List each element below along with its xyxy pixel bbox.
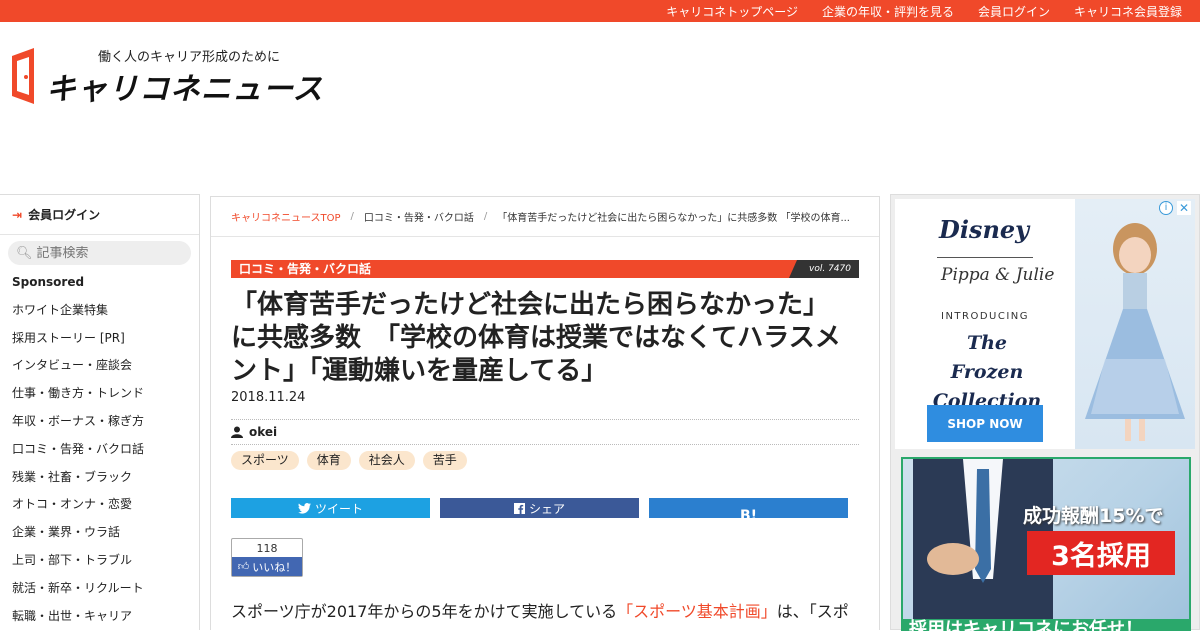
facebook-like-box: 118 👍︎ いいね！	[231, 538, 303, 577]
disney-logo-text: Disney	[939, 215, 1030, 244]
article-title: 「体育苦手だったけど社会に出たら困らなかった」に共感多数 「学校の体育は授業では…	[231, 290, 841, 386]
sidebar-item-reviews[interactable]: 口コミ・告発・バクロ話	[0, 436, 199, 464]
top-navigation-bar: キャリコネトップページ 企業の年収・評判を見る 会員ログイン キャリコネ会員登録	[0, 0, 1200, 22]
ad-info-icon[interactable]: i	[1159, 201, 1173, 215]
tag-item[interactable]: 社会人	[358, 451, 415, 470]
left-sidebar: ⇥ 会員ログイン 🔍︎ Sponsored ホワイト企業特集 採用ストーリー […	[0, 194, 200, 630]
facebook-share-label: シェア	[528, 501, 565, 516]
sidebar-item-work-trend[interactable]: 仕事・働き方・トレンド	[0, 380, 199, 408]
breadcrumb-top-link[interactable]: キャリコネニュースTOP	[231, 209, 341, 224]
breadcrumb-current: 「体育苦手だったけど社会に出たら困らなかった」に共感多数 「学校の体育...	[497, 213, 850, 224]
user-icon	[231, 426, 243, 438]
ad-collection-title: The Frozen Collection	[932, 332, 1042, 412]
body-text-suffix: は、「スポ	[776, 602, 849, 621]
body-text-prefix: スポーツ庁が2017年からの5年をかけて実施している	[231, 602, 618, 621]
sidebar-item-recruit-story[interactable]: 採用ストーリー [PR]	[0, 325, 199, 353]
thumbs-up-icon: 👍︎	[237, 560, 250, 573]
ad-divider	[937, 257, 1033, 258]
logo-brand-text: キャリコネニュース	[46, 72, 324, 107]
article-search-input[interactable]	[36, 245, 187, 261]
like-count: 118	[256, 542, 278, 555]
sidebar-item-sponsored: Sponsored	[12, 275, 85, 289]
top-nav-link-company-reviews[interactable]: 企業の年収・評判を見る	[822, 3, 954, 20]
article-body-paragraph: スポーツ庁が2017年からの5年をかけて実施している「スポーツ基本計画」は、「ス…	[231, 600, 861, 624]
careerconnection-recruit-ad[interactable]: 成功報酬15%で 3名採用 採用はキャリコネにお任せ！	[901, 457, 1191, 631]
tweet-label: ツイート	[314, 501, 363, 516]
facebook-icon	[513, 502, 525, 514]
girl-in-dress-image	[1085, 223, 1185, 441]
sidebar-category-menu: Sponsored ホワイト企業特集 採用ストーリー [PR] インタビュー・座…	[0, 269, 199, 630]
top-nav-link-register[interactable]: キャリコネ会員登録	[1074, 3, 1182, 20]
search-icon: 🔍︎	[16, 245, 33, 261]
tweet-button[interactable]: ツイート	[231, 498, 430, 518]
shop-now-button[interactable]: SHOP NOW	[927, 405, 1043, 442]
sidebar-item-career[interactable]: 転職・出世・キャリア	[0, 603, 199, 631]
article-main: キャリコネニュースTOP / 口コミ・告発・バクロ話 / 「体育苦手だったけど社…	[210, 196, 880, 630]
pippa-julie-text: Pippa & Julie	[941, 265, 1055, 285]
ad-footer-text: 採用はキャリコネにお任せ！	[903, 619, 1189, 631]
sidebar-login-link[interactable]: ⇥ 会員ログイン	[0, 195, 199, 235]
sidebar-search-box: 🔍︎	[8, 241, 191, 265]
sidebar-item-job-hunting[interactable]: 就活・新卒・リクルート	[0, 575, 199, 603]
right-ad-column: Disney Pippa & Julie INTRODUCING The Fro…	[890, 194, 1200, 631]
sidebar-item-interview[interactable]: インタビュー・座談会	[0, 352, 199, 380]
article-date: 2018.11.24	[231, 390, 306, 405]
like-label: いいね！	[252, 560, 297, 574]
ad-introducing-text: INTRODUCING	[941, 311, 1030, 322]
site-logo[interactable]: 働く人のキャリア形成のために キャリコネニュース	[10, 44, 350, 107]
tag-item[interactable]: スポーツ	[231, 451, 299, 470]
breadcrumb: キャリコネニュースTOP / 口コミ・告発・バクロ話 / 「体育苦手だったけど社…	[211, 197, 879, 237]
disney-ad-banner[interactable]: Disney Pippa & Julie INTRODUCING The Fro…	[895, 199, 1195, 449]
sidebar-login-label: 会員ログイン	[28, 208, 101, 222]
sidebar-item-romance[interactable]: オトコ・オンナ・恋愛	[0, 491, 199, 519]
author-row: okei	[231, 419, 859, 445]
hatena-label: B!	[739, 508, 758, 518]
ad-close-icon[interactable]: ✕	[1177, 201, 1191, 215]
login-icon: ⇥	[12, 207, 23, 222]
ad-highlight: 3名採用	[1027, 531, 1175, 575]
like-button[interactable]: 👍︎ いいね！	[232, 557, 302, 576]
ad-girl-photo	[1075, 199, 1195, 449]
twitter-bird-icon	[297, 502, 311, 514]
volume-badge: vol. 7470	[789, 260, 859, 278]
tag-item[interactable]: 苦手	[422, 451, 467, 470]
breadcrumb-category-link[interactable]: 口コミ・告発・バクロ話	[364, 209, 474, 224]
category-label[interactable]: 口コミ・告発・バクロ話	[239, 260, 371, 278]
top-nav-link-login[interactable]: 会員ログイン	[978, 3, 1050, 20]
top-nav-link-home[interactable]: キャリコネトップページ	[666, 3, 798, 20]
hatena-bookmark-button[interactable]: B!	[649, 498, 848, 518]
body-link-sports-plan[interactable]: 「スポーツ基本計画」	[617, 602, 777, 621]
category-banner: 口コミ・告発・バクロ話 vol. 7470	[231, 260, 859, 278]
ad-headline: 成功報酬15%で	[1023, 505, 1164, 527]
breadcrumb-separator: /	[483, 211, 488, 222]
tag-list: スポーツ 体育 社会人 苦手	[231, 451, 467, 470]
logo-tagline: 働く人のキャリア形成のために	[98, 50, 281, 65]
door-logo-icon	[12, 48, 34, 104]
sidebar-item-white-company[interactable]: ホワイト企業特集	[0, 297, 199, 325]
sidebar-item-boss[interactable]: 上司・部下・トラブル	[0, 547, 199, 575]
sidebar-item-overtime[interactable]: 残業・社畜・ブラック	[0, 464, 199, 492]
sidebar-item-industry[interactable]: 企業・業界・ウラ話	[0, 519, 199, 547]
breadcrumb-separator: /	[350, 211, 354, 222]
sidebar-item-salary[interactable]: 年収・ボーナス・稼ぎ方	[0, 408, 199, 436]
author-name[interactable]: okei	[249, 425, 277, 439]
facebook-share-button[interactable]: シェア	[440, 498, 639, 518]
top-nav-links: キャリコネトップページ 企業の年収・評判を見る 会員ログイン キャリコネ会員登録	[666, 0, 1182, 22]
tag-item[interactable]: 体育	[306, 451, 351, 470]
